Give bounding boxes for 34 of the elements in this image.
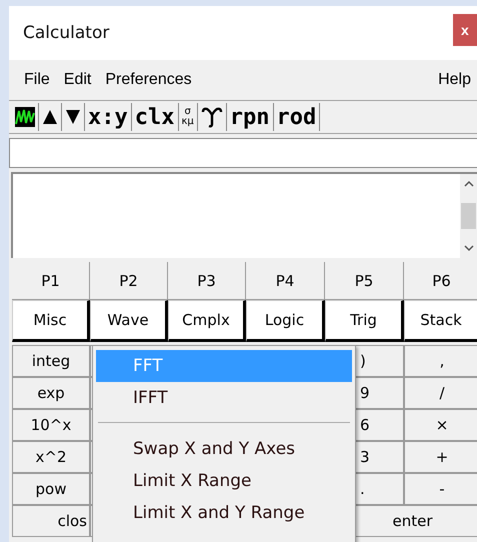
key-button[interactable]: 10^x [12, 409, 90, 441]
scroll-down-icon[interactable] [464, 245, 474, 252]
group-button[interactable]: Trig [325, 300, 404, 342]
key-button[interactable]: / [404, 377, 477, 409]
key-button[interactable]: , [404, 345, 477, 377]
key-button[interactable]: × [404, 409, 477, 441]
key-button[interactable]: + [404, 441, 477, 473]
group-button[interactable]: Logic [246, 300, 325, 342]
menu-item[interactable]: File [24, 71, 50, 89]
window-title: Calculator [23, 23, 110, 43]
menu-item[interactable]: Preferences [105, 71, 192, 89]
key-button[interactable]: exp [12, 377, 90, 409]
page-tab[interactable]: P1 [12, 262, 90, 300]
key-button[interactable]: pow [12, 473, 90, 505]
close-button[interactable]: x [453, 14, 477, 46]
output-area[interactable] [11, 172, 477, 258]
scroll-up-icon[interactable] [464, 180, 474, 187]
page-tab[interactable]: P5 [325, 262, 404, 300]
group-button[interactable]: Wave [90, 300, 168, 342]
group-button[interactable]: Misc [12, 300, 90, 342]
page-tab[interactable]: P3 [168, 262, 246, 300]
key-button[interactable]: - [404, 473, 477, 505]
key-button[interactable]: clos [12, 505, 90, 537]
key-button[interactable]: integ [12, 345, 90, 377]
scrollbar[interactable] [460, 174, 477, 258]
group-button[interactable]: Stack [404, 300, 477, 342]
page-tab[interactable]: P4 [246, 262, 325, 300]
menu-item[interactable]: Edit [64, 71, 92, 89]
input-field[interactable] [9, 138, 477, 168]
menu-item[interactable]: Help [438, 71, 471, 89]
waveform-icon[interactable] [12, 103, 39, 131]
page-tab[interactable]: P2 [90, 262, 168, 300]
key-button[interactable]: x^2 [12, 441, 90, 473]
group-button[interactable]: Cmplx [168, 300, 246, 342]
